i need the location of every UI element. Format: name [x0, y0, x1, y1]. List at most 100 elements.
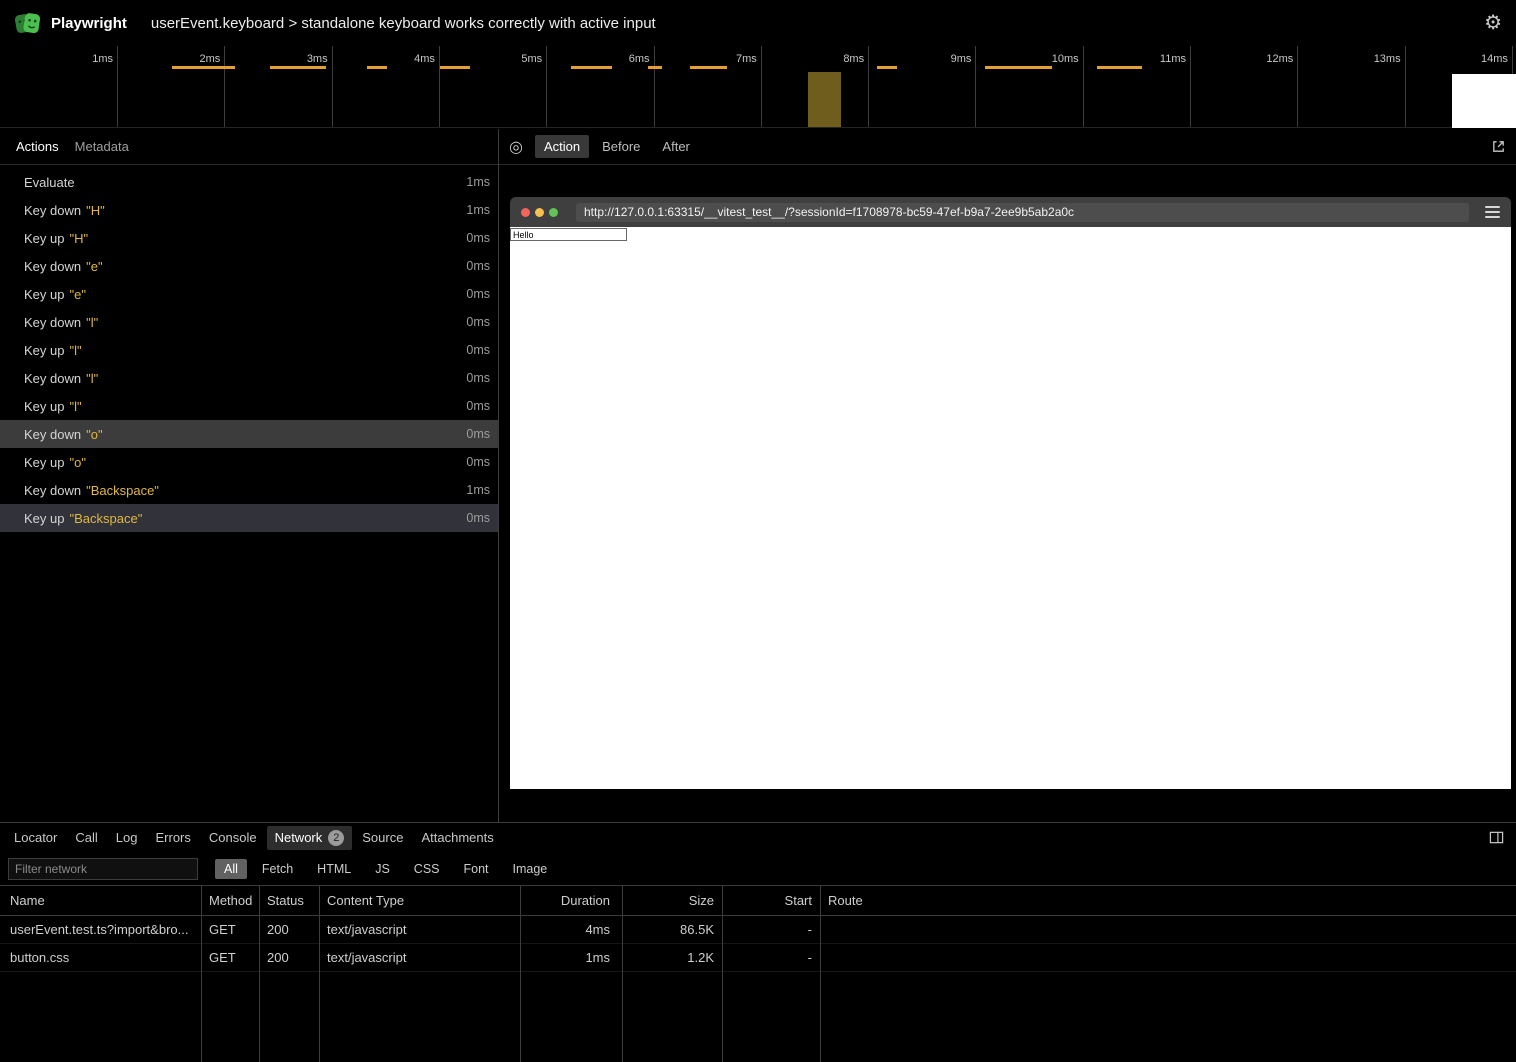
column-header-name: Name — [0, 893, 201, 908]
action-row[interactable]: Key down"l"0ms — [0, 308, 498, 336]
action-duration: 0ms — [466, 287, 490, 301]
timeline-tick-label: 5ms — [462, 53, 542, 65]
column-header-status: Status — [259, 893, 319, 908]
tab-after[interactable]: After — [653, 135, 698, 158]
table-column-divider — [259, 886, 260, 1062]
action-row[interactable]: Key up"o"0ms — [0, 448, 498, 476]
action-label: Key up — [24, 511, 64, 526]
timeline-gridline — [868, 46, 869, 127]
filter-chip-fetch[interactable]: Fetch — [253, 859, 302, 879]
timeline-action-bar — [1097, 66, 1142, 69]
filter-chip-all[interactable]: All — [215, 859, 247, 879]
tab-errors[interactable]: Errors — [147, 826, 198, 849]
timeline-selected-range[interactable] — [808, 72, 841, 127]
timeline-gridline — [224, 46, 225, 127]
tab-label: Log — [116, 830, 138, 845]
action-row[interactable]: Key down"Backspace"1ms — [0, 476, 498, 504]
action-row[interactable]: Key up"H"0ms — [0, 224, 498, 252]
tab-action[interactable]: Action — [535, 135, 589, 158]
tab-actions[interactable]: Actions — [8, 135, 67, 158]
snapshot-toolbar: ◎ ActionBeforeAfter — [499, 129, 1516, 165]
action-label: Key down — [24, 483, 81, 498]
browser-chrome-bar: http://127.0.0.1:63315/__vitest_test__/?… — [510, 197, 1511, 227]
cell-dur: 4ms — [520, 922, 622, 937]
action-row[interactable]: Key down"l"0ms — [0, 364, 498, 392]
tab-network[interactable]: Network2 — [267, 826, 353, 850]
cell-start: - — [722, 922, 820, 937]
cell-type: text/javascript — [319, 922, 520, 937]
action-row[interactable]: Key down"o"0ms — [0, 420, 498, 448]
timeline-tick-label: 7ms — [677, 53, 757, 65]
timeline-film-thumbnail[interactable] — [1452, 74, 1516, 128]
network-request-row[interactable]: userEvent.test.ts?import&bro...GET200tex… — [0, 916, 1516, 944]
action-row[interactable]: Key down"e"0ms — [0, 252, 498, 280]
action-key-value: "l" — [86, 371, 98, 386]
tab-console[interactable]: Console — [201, 826, 265, 849]
maximize-traffic-light-icon — [549, 208, 558, 217]
timeline-tick-label: 14ms — [1428, 53, 1508, 65]
timeline-tick-label: 13ms — [1321, 53, 1401, 65]
timeline-action-bar — [690, 66, 727, 69]
timeline-gridline — [1190, 46, 1191, 127]
tab-before[interactable]: Before — [593, 135, 649, 158]
cell-dur: 1ms — [520, 950, 622, 965]
action-row[interactable]: Key up"e"0ms — [0, 280, 498, 308]
actions-panel-tabbar: ActionsMetadata — [0, 129, 498, 165]
timeline-action-bar — [877, 66, 897, 69]
open-external-icon[interactable] — [1491, 139, 1506, 154]
filter-chip-js[interactable]: JS — [366, 859, 399, 879]
tab-source[interactable]: Source — [354, 826, 411, 849]
table-column-divider — [722, 886, 723, 1062]
panel-layout-icon[interactable] — [1489, 830, 1504, 845]
filter-chip-html[interactable]: HTML — [308, 859, 360, 879]
settings-gear-icon[interactable]: ⚙ — [1484, 13, 1502, 33]
timeline-tick-label: 2ms — [140, 53, 220, 65]
action-label: Key up — [24, 231, 64, 246]
action-row[interactable]: Key down"H"1ms — [0, 196, 498, 224]
action-row[interactable]: Evaluate1ms — [0, 168, 498, 196]
action-label: Key down — [24, 427, 81, 442]
timeline[interactable]: 1ms2ms3ms4ms5ms6ms7ms8ms9ms10ms11ms12ms1… — [0, 46, 1516, 128]
action-key-value: "l" — [69, 343, 81, 358]
network-toolbar: All Fetch HTML JS CSS Font Image — [0, 852, 1516, 885]
action-duration: 0ms — [466, 315, 490, 329]
pick-locator-target-icon[interactable]: ◎ — [509, 137, 523, 157]
action-label: Key up — [24, 399, 64, 414]
cell-name: userEvent.test.ts?import&bro... — [0, 922, 201, 937]
timeline-gridline — [1297, 46, 1298, 127]
network-filter-input[interactable] — [8, 858, 198, 880]
column-header-content-type: Content Type — [319, 893, 520, 908]
header: Playwright userEvent.keyboard > standalo… — [0, 0, 1516, 46]
action-key-value: "o" — [86, 427, 102, 442]
tab-call[interactable]: Call — [67, 826, 105, 849]
timeline-tick-label: 9ms — [891, 53, 971, 65]
timeline-tick-label: 6ms — [570, 53, 650, 65]
timeline-action-bar — [571, 66, 612, 69]
action-row[interactable]: Key up"l"0ms — [0, 336, 498, 364]
filter-chip-font[interactable]: Font — [455, 859, 498, 879]
filter-chip-image[interactable]: Image — [504, 859, 557, 879]
network-filter-chips: All Fetch HTML JS CSS Font Image — [215, 859, 556, 879]
action-row[interactable]: Key up"l"0ms — [0, 392, 498, 420]
cell-name: button.css — [0, 950, 201, 965]
page-text-input[interactable] — [510, 228, 627, 241]
tab-metadata[interactable]: Metadata — [67, 135, 137, 158]
action-duration: 0ms — [466, 231, 490, 245]
playwright-logo-icon — [14, 10, 41, 37]
network-request-row[interactable]: button.cssGET200text/javascript1ms1.2K- — [0, 944, 1516, 972]
action-row[interactable]: Key up"Backspace"0ms — [0, 504, 498, 532]
filter-chip-css[interactable]: CSS — [405, 859, 449, 879]
timeline-tick-label: 10ms — [999, 53, 1079, 65]
action-duration: 1ms — [466, 483, 490, 497]
action-key-value: "Backspace" — [69, 511, 142, 526]
table-column-divider — [520, 886, 521, 1062]
action-label: Key up — [24, 455, 64, 470]
action-key-value: "l" — [86, 315, 98, 330]
network-table: NameMethodStatusContent TypeDurationSize… — [0, 885, 1516, 1062]
tab-locator[interactable]: Locator — [6, 826, 65, 849]
tab-log[interactable]: Log — [108, 826, 146, 849]
timeline-action-bar — [367, 66, 387, 69]
action-key-value: "e" — [86, 259, 102, 274]
tab-label: Console — [209, 830, 257, 845]
tab-attachments[interactable]: Attachments — [413, 826, 501, 849]
